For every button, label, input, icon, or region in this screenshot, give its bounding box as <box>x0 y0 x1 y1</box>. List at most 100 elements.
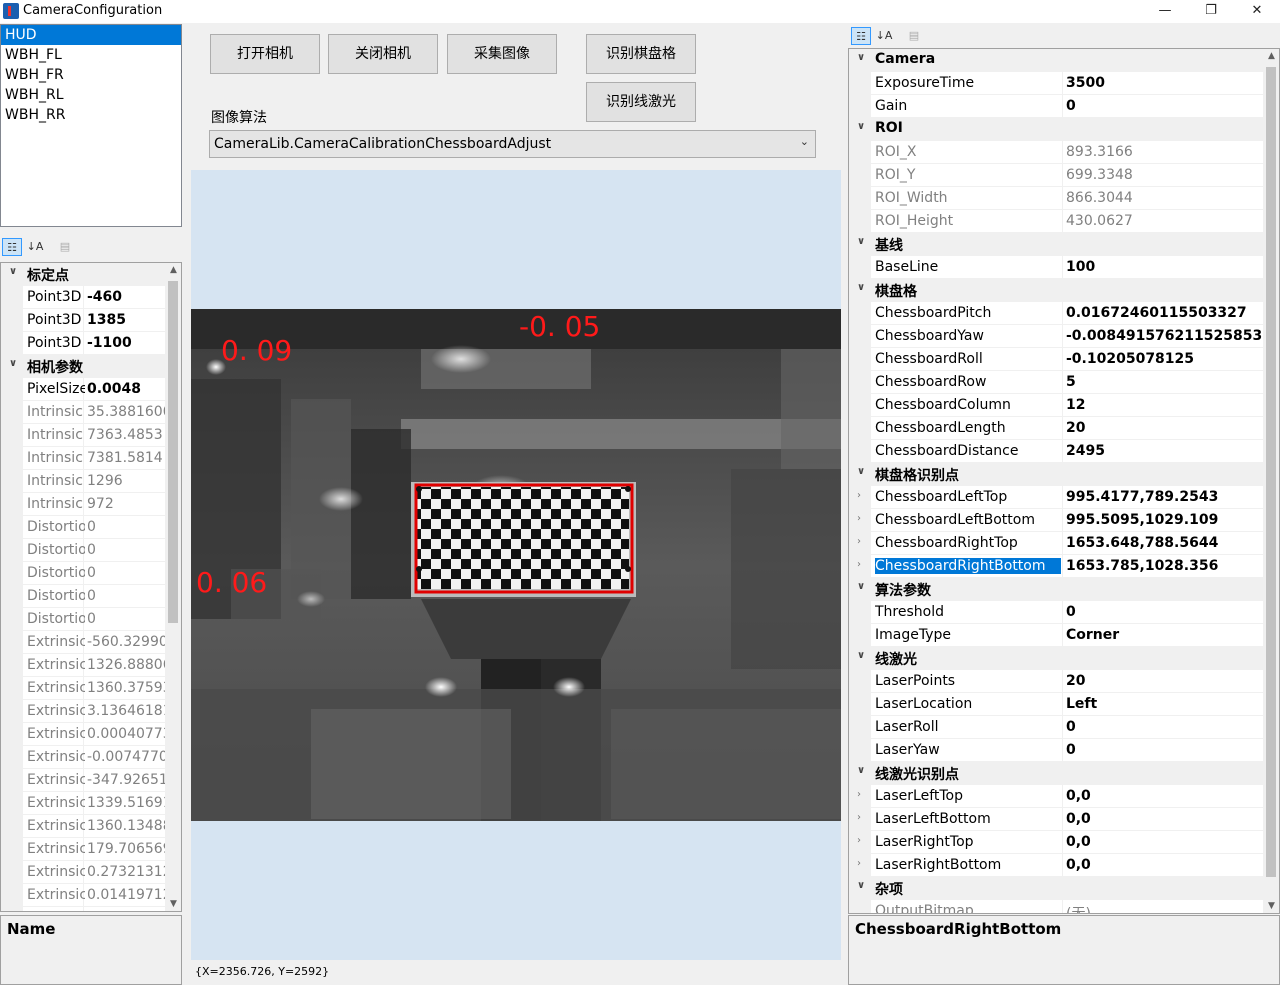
scroll-thumb[interactable] <box>1266 67 1276 877</box>
grid-property-row[interactable]: Extrinsic1360.375937 <box>1 677 181 700</box>
grid-category-row[interactable]: ∨ Camera <box>849 49 1279 72</box>
grid-property-row[interactable]: Extrinsic0.000407735 <box>1 723 181 746</box>
collapse-chevron-icon[interactable]: ∨ <box>857 650 865 661</box>
property-value[interactable]: 12 <box>1066 397 1262 413</box>
property-pages-icon[interactable]: ▤ <box>904 27 924 45</box>
collapse-chevron-icon[interactable]: ∨ <box>857 52 865 63</box>
grid-category-row[interactable]: ∨ 标定点 <box>1 263 181 286</box>
scroll-up-icon[interactable]: ▲ <box>1263 51 1279 61</box>
grid-property-row[interactable]: ROI_Width 866.3044 <box>849 187 1279 210</box>
grid-property-row[interactable]: ChessboardColumn 12 <box>849 394 1279 417</box>
expand-chevron-icon[interactable]: › <box>857 513 861 524</box>
property-value[interactable]: Left <box>1066 696 1262 712</box>
expand-chevron-icon[interactable]: › <box>857 835 861 846</box>
property-value[interactable]: 0 <box>1066 604 1262 620</box>
property-value[interactable]: -460 <box>87 289 167 305</box>
property-value[interactable]: 1653.785,1028.356 <box>1066 558 1262 574</box>
grid-property-row[interactable]: Distortion0 <box>1 516 181 539</box>
grid-property-row[interactable]: ROI_Height 430.0627 <box>849 210 1279 233</box>
grid-property-row[interactable]: Extrinsic1339.516916 <box>1 792 181 815</box>
grid-property-row[interactable]: › LaserRightBottom 0,0 <box>849 854 1279 877</box>
close-camera-button[interactable]: 关闭相机 <box>328 34 438 74</box>
right-property-grid[interactable]: ∨ Camera ExposureTime 3500 Gain 0 ∨ ROI ROI_X 893… <box>848 48 1280 914</box>
grid-property-row[interactable]: ChessboardDistance 2495 <box>849 440 1279 463</box>
property-value[interactable]: 0.0048 <box>87 381 167 397</box>
right-grid-scrollbar[interactable]: ▲ ▼ <box>1263 49 1279 913</box>
device-list[interactable]: HUD WBH_FL WBH_FR WBH_RL WBH_RR <box>0 24 182 227</box>
grid-property-row[interactable]: Intrinsic35.38816000 <box>1 401 181 424</box>
property-value[interactable]: Corner <box>1066 627 1262 643</box>
device-list-item[interactable]: WBH_RR <box>1 105 181 125</box>
property-value[interactable]: 0 <box>1066 742 1262 758</box>
alphabetical-sort-icon[interactable]: ↓A <box>25 238 45 256</box>
grid-property-row[interactable]: Distortion0 <box>1 562 181 585</box>
detect-chessboard-button[interactable]: 识别棋盘格 <box>586 34 696 74</box>
scroll-thumb[interactable] <box>168 281 178 623</box>
grid-property-row[interactable]: Extrinsic3.136461818 <box>1 700 181 723</box>
grid-property-row[interactable]: › LaserRightTop 0,0 <box>849 831 1279 854</box>
property-value[interactable]: 3500 <box>1066 75 1262 91</box>
detect-laser-button[interactable]: 识别线激光 <box>586 82 696 122</box>
property-value[interactable]: 995.4177,789.2543 <box>1066 489 1262 505</box>
property-value[interactable]: 100 <box>1066 259 1262 275</box>
device-list-item[interactable]: HUD <box>1 25 181 45</box>
property-value[interactable]: 0.01672460115503327 <box>1066 305 1262 321</box>
grid-property-row[interactable]: ImageType Corner <box>849 624 1279 647</box>
expand-chevron-icon[interactable]: › <box>857 536 861 547</box>
property-value[interactable]: 1385 <box>87 312 167 328</box>
expand-chevron-icon[interactable]: › <box>857 559 861 570</box>
categorized-view-icon[interactable]: ☷ <box>851 27 871 45</box>
device-list-item[interactable]: WBH_RL <box>1 85 181 105</box>
property-value[interactable]: -0.008491576211525853 <box>1066 328 1262 344</box>
grid-property-row[interactable]: ROI_Y 699.3348 <box>849 164 1279 187</box>
grid-property-row[interactable]: LaserRoll 0 <box>849 716 1279 739</box>
grid-property-row[interactable]: Intrinsic 972 <box>1 493 181 516</box>
device-list-item[interactable]: WBH_FL <box>1 45 181 65</box>
close-button[interactable]: ✕ <box>1234 0 1280 23</box>
grid-property-row[interactable]: Distortion0 <box>1 539 181 562</box>
property-value[interactable]: 1653.648,788.5644 <box>1066 535 1262 551</box>
property-value[interactable]: 5 <box>1066 374 1262 390</box>
property-pages-icon[interactable]: ▤ <box>55 238 75 256</box>
grid-property-row[interactable]: Extrinsic0.273213124 <box>1 861 181 884</box>
grid-property-row[interactable]: ROI_X 893.3166 <box>849 141 1279 164</box>
grid-property-row[interactable]: › LaserLeftTop 0,0 <box>849 785 1279 808</box>
grid-property-row[interactable]: Distortion0 <box>1 608 181 631</box>
grid-property-row[interactable]: ChessboardRoll -0.10205078125 <box>849 348 1279 371</box>
grid-property-row[interactable]: PixelSize 0.0048 <box>1 378 181 401</box>
collapse-chevron-icon[interactable]: ∨ <box>857 880 865 891</box>
property-value[interactable]: 0,0 <box>1066 857 1262 873</box>
property-value[interactable]: 0,0 <box>1066 811 1262 827</box>
left-grid-scrollbar[interactable]: ▲ ▼ <box>165 263 181 911</box>
grid-property-row[interactable]: Extrinsic1326.888068 <box>1 654 181 677</box>
grid-property-row[interactable]: ExposureTime 3500 <box>849 72 1279 95</box>
left-property-grid[interactable]: ∨ 标定点 Point3D -460 Point3D 1385 Point3D -1100 ∨ 相… <box>0 262 182 912</box>
grid-property-row[interactable]: Intrinsic 7381.5814 <box>1 447 181 470</box>
expand-chevron-icon[interactable]: › <box>857 490 861 501</box>
grid-property-row[interactable]: LaserLocation Left <box>849 693 1279 716</box>
grid-property-row[interactable]: Extrinsic1360.134887 <box>1 815 181 838</box>
property-value[interactable]: 0 <box>1066 719 1262 735</box>
grid-property-row[interactable]: Extrinsic179.7065699 <box>1 838 181 861</box>
grid-property-row[interactable]: Extrinsic-0.00747707 <box>1 746 181 769</box>
grid-property-row[interactable]: ChessboardRow 5 <box>849 371 1279 394</box>
collapse-chevron-icon[interactable]: ∨ <box>857 466 865 477</box>
image-viewer[interactable]: 0. 09 -0. 05 0. 06 <box>191 170 841 960</box>
scroll-down-icon[interactable]: ▼ <box>165 899 181 909</box>
collapse-chevron-icon[interactable]: ∨ <box>9 266 17 277</box>
grid-property-row[interactable]: BaseLine 100 <box>849 256 1279 279</box>
alphabetical-sort-icon[interactable]: ↓A <box>874 27 894 45</box>
chevron-down-icon[interactable]: ⌄ <box>800 135 809 148</box>
device-list-item[interactable]: WBH_FR <box>1 65 181 85</box>
property-value[interactable]: 0 <box>1066 98 1262 114</box>
grid-property-row[interactable]: › ChessboardRightTop 1653.648,788.5644 <box>849 532 1279 555</box>
grid-property-row[interactable]: Intrinsic 1296 <box>1 470 181 493</box>
grid-property-row[interactable]: OutputBitmap (无) <box>849 900 1279 913</box>
grid-category-row[interactable]: ∨ 棋盘格 <box>849 279 1279 302</box>
grid-property-row[interactable]: › ChessboardRightBottom 1653.785,1028.356 <box>849 555 1279 578</box>
collapse-chevron-icon[interactable]: ∨ <box>857 765 865 776</box>
grid-property-row[interactable]: Point3D -460 <box>1 286 181 309</box>
grid-property-row[interactable]: Extrinsic-560.329906 <box>1 631 181 654</box>
grid-category-row[interactable]: ∨ ROI <box>849 118 1279 141</box>
scroll-up-icon[interactable]: ▲ <box>165 265 181 275</box>
